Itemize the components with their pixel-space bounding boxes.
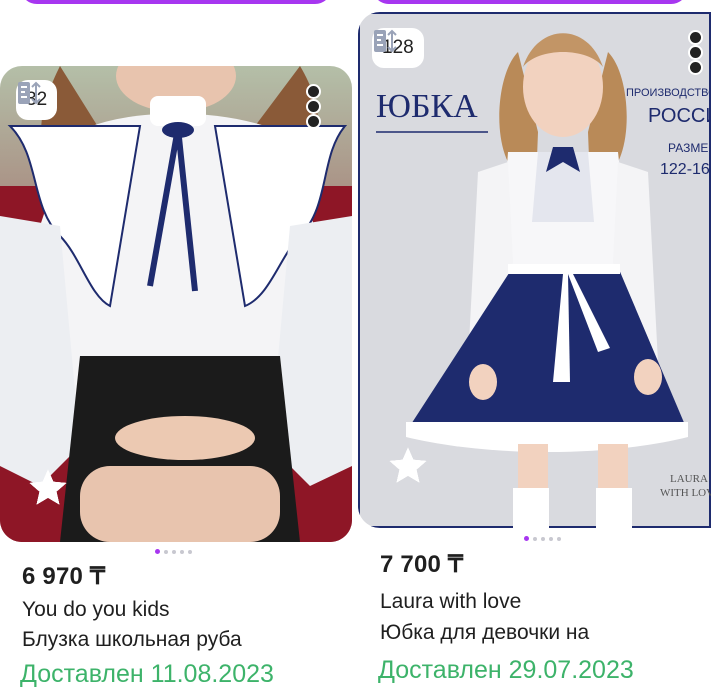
product-brand[interactable]: You do you kids <box>22 598 170 622</box>
star-icon <box>29 469 67 505</box>
product-1-image[interactable]: 32 <box>0 66 352 542</box>
size-chart-icon <box>18 81 41 105</box>
more-options-icon[interactable] <box>688 32 702 73</box>
image-text-made-in: ПРОИЗВОДСТВО <box>626 87 711 99</box>
delivery-status: Доставлен 29.07.2023 <box>378 656 634 684</box>
top-action-button-left[interactable] <box>20 0 332 4</box>
photo-count-badge: 32 <box>16 80 58 120</box>
image-text-size-value: 122-16 <box>660 161 710 178</box>
star-icon <box>389 447 427 483</box>
image-text-size-label: РАЗМЕР <box>668 141 711 155</box>
image-brand-mark-1: LAURA <box>670 473 708 485</box>
image-brand-mark-2: WITH LOV <box>660 487 711 499</box>
product-title[interactable]: Блузка школьная руба <box>22 628 242 652</box>
product-title[interactable]: Юбка для девочки на <box>380 621 589 645</box>
top-action-button-right[interactable] <box>372 0 688 4</box>
delivery-status: Доставлен 11.08.2023 <box>20 660 274 688</box>
image-pager-dots <box>155 549 192 554</box>
product-brand[interactable]: Laura with love <box>380 590 521 614</box>
image-pager-dots <box>524 536 561 541</box>
image-text-country: РОССИ <box>648 105 711 127</box>
more-options-icon[interactable] <box>306 86 320 127</box>
product-price: 6 970 ₸ <box>22 563 106 590</box>
size-chart-icon <box>374 29 397 53</box>
image-text-main: ЮБКА <box>376 88 478 125</box>
product-price: 7 700 ₸ <box>380 551 464 578</box>
product-2-image[interactable]: ЮБКА ПРОИЗВОДСТВО РОССИ РАЗМЕР 122-16 LA… <box>358 12 711 528</box>
photo-count-badge: 128 <box>372 28 424 68</box>
